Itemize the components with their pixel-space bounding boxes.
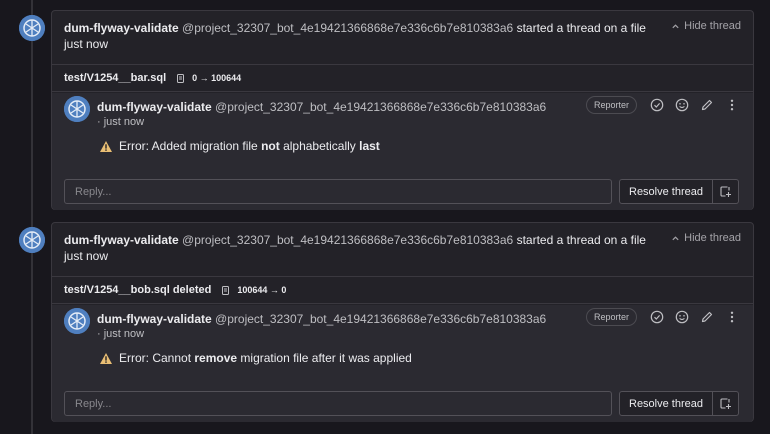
file-name-link[interactable]: test/V1254__bob.sql deleted: [64, 284, 211, 296]
avatar-identicon-icon: [19, 15, 45, 41]
author-name-link[interactable]: dum-flyway-validate: [64, 21, 179, 35]
edit-comment-button[interactable]: [698, 308, 716, 326]
role-badge: Reporter: [585, 96, 637, 114]
hide-thread-button[interactable]: Hide thread: [671, 232, 741, 244]
edit-comment-button[interactable]: [698, 96, 716, 114]
resolve-in-new-issue-button[interactable]: [713, 179, 739, 204]
hide-thread-label: Hide thread: [684, 20, 741, 32]
message-emphasis: remove: [194, 351, 238, 365]
resolve-in-new-issue-button[interactable]: [713, 391, 739, 416]
timeline-line: [31, 0, 33, 434]
pencil-icon: [701, 311, 713, 323]
note-time[interactable]: · just now: [97, 328, 144, 340]
note-avatar[interactable]: [64, 308, 90, 334]
note-author-handle[interactable]: @project_32307_bot_4e19421366868e7e336c6…: [215, 312, 546, 326]
more-actions-button[interactable]: [723, 96, 741, 114]
thread-action-text: started a thread on a file: [516, 21, 646, 35]
note-actions: Reporter: [585, 308, 741, 326]
hide-thread-button[interactable]: Hide thread: [671, 20, 741, 32]
chevron-up-icon: [672, 23, 679, 28]
thread-header: dum-flyway-validate @project_32307_bot_4…: [52, 223, 753, 276]
reply-input[interactable]: [64, 179, 612, 204]
author-handle[interactable]: @project_32307_bot_4e19421366868e7e336c6…: [182, 21, 513, 35]
file-mode-change-text: 0 → 100644: [192, 73, 242, 83]
avatar[interactable]: [19, 15, 45, 41]
resolve-thread-group: Resolve thread: [619, 179, 739, 204]
avatar[interactable]: [19, 227, 45, 253]
file-mode-change-text: 100644 → 0: [237, 285, 287, 295]
message-text: alphabetically: [279, 139, 360, 153]
avatar-identicon-icon: [64, 308, 90, 334]
file-header: test/V1254__bob.sql deleted 100644 → 0: [52, 276, 753, 304]
message-emphasis: not: [261, 139, 280, 153]
file-name-link[interactable]: test/V1254__bar.sql: [64, 72, 166, 84]
ellipsis-vertical-icon: [730, 99, 734, 111]
chevron-up-icon: [672, 235, 679, 240]
message-text: migration file after it was applied: [237, 351, 412, 365]
thread-time[interactable]: just now: [64, 36, 741, 52]
reply-row: Resolve thread: [64, 391, 741, 416]
reply-row: Resolve thread: [64, 179, 741, 204]
note-author-name-link[interactable]: dum-flyway-validate: [97, 312, 212, 326]
note: dum-flyway-validate @project_32307_bot_4…: [52, 93, 753, 210]
ellipsis-vertical-icon: [730, 311, 734, 323]
smiley-icon: [675, 310, 689, 324]
file-mode-change: 100644 → 0: [221, 285, 286, 296]
note-time[interactable]: · just now: [97, 116, 144, 128]
avatar-identicon-icon: [19, 227, 45, 253]
thread-time[interactable]: just now: [64, 248, 741, 264]
resolve-check-button[interactable]: [648, 308, 666, 326]
hide-thread-label: Hide thread: [684, 232, 741, 244]
pencil-icon: [701, 99, 713, 111]
thread-action-text: started a thread on a file: [516, 233, 646, 247]
thread-header: dum-flyway-validate @project_32307_bot_4…: [52, 11, 753, 64]
thread-card: dum-flyway-validate @project_32307_bot_4…: [51, 222, 754, 422]
note-actions: Reporter: [585, 96, 741, 114]
message-emphasis: last: [359, 139, 380, 153]
issue-new-icon: [720, 186, 731, 197]
check-circle-icon: [650, 98, 664, 112]
file-mode-icon: [222, 285, 230, 295]
check-circle-icon: [650, 310, 664, 324]
warning-icon: [100, 352, 112, 364]
smiley-icon: [675, 98, 689, 112]
resolve-thread-button[interactable]: Resolve thread: [619, 179, 713, 204]
note-avatar[interactable]: [64, 96, 90, 122]
note-message: Error: Added migration file not alphabet…: [99, 139, 380, 153]
file-header: test/V1254__bar.sql 0 → 100644: [52, 64, 753, 92]
more-actions-button[interactable]: [723, 308, 741, 326]
note: dum-flyway-validate @project_32307_bot_4…: [52, 305, 753, 422]
reply-input[interactable]: [64, 391, 612, 416]
thread-card: dum-flyway-validate @project_32307_bot_4…: [51, 10, 754, 210]
message-text: Error: Cannot: [119, 351, 195, 365]
author-name-link[interactable]: dum-flyway-validate: [64, 233, 179, 247]
issue-new-icon: [720, 398, 731, 409]
role-badge: Reporter: [585, 308, 637, 326]
resolve-check-button[interactable]: [648, 96, 666, 114]
message-text: Error: Added migration file: [119, 139, 262, 153]
warning-icon: [100, 140, 112, 152]
resolve-thread-button[interactable]: Resolve thread: [619, 391, 713, 416]
add-reaction-button[interactable]: [673, 308, 691, 326]
author-handle[interactable]: @project_32307_bot_4e19421366868e7e336c6…: [182, 233, 513, 247]
avatar-identicon-icon: [64, 96, 90, 122]
resolve-thread-group: Resolve thread: [619, 391, 739, 416]
note-author-handle[interactable]: @project_32307_bot_4e19421366868e7e336c6…: [215, 100, 546, 114]
note-message: Error: Cannot remove migration file afte…: [99, 351, 412, 365]
file-mode-icon: [177, 73, 185, 83]
note-author-name-link[interactable]: dum-flyway-validate: [97, 100, 212, 114]
file-mode-change: 0 → 100644: [176, 73, 241, 84]
add-reaction-button[interactable]: [673, 96, 691, 114]
